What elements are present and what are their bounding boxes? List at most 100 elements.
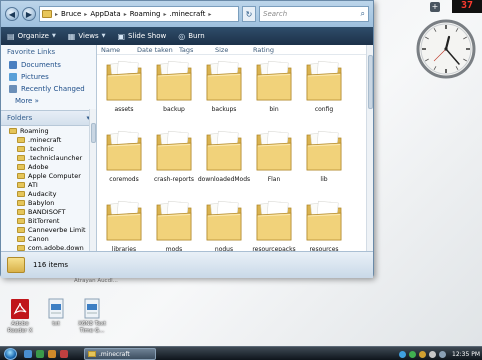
tray-clock[interactable]: 12:35 PM — [452, 351, 480, 358]
tree-item[interactable]: ATI — [5, 180, 96, 189]
column-name[interactable]: Name — [101, 46, 120, 54]
desktop-icon-adobe-reader[interactable]: Adobe Reader X — [2, 298, 38, 334]
breadcrumb-appdata[interactable]: AppData — [90, 10, 120, 18]
folder-item[interactable]: resources — [301, 197, 347, 251]
folder-item[interactable]: crash-reports — [151, 127, 197, 189]
tree-item[interactable]: .techniclauncher — [5, 153, 96, 162]
show-desktop-icon[interactable] — [24, 350, 32, 358]
folder-item[interactable]: config — [301, 57, 347, 119]
folder-icon — [306, 60, 342, 101]
recently-changed-icon — [9, 85, 17, 93]
folder-item[interactable]: assets — [101, 57, 147, 119]
quicklaunch-icon[interactable] — [48, 350, 56, 358]
taskbar-button-minecraft[interactable]: .minecraft — [84, 348, 156, 360]
organize-button[interactable]: ▤ Organize ▼ — [7, 32, 56, 41]
column-rating[interactable]: Rating — [253, 46, 274, 54]
tree-item[interactable]: Canneverbe Limit — [5, 225, 96, 234]
folder-item[interactable]: mods — [151, 197, 197, 251]
more-link[interactable]: More » — [1, 95, 96, 107]
column-headers: Name Date taken Tags Size Rating — [97, 45, 367, 55]
tree-item[interactable]: Apple Computer — [5, 171, 96, 180]
start-button[interactable] — [4, 348, 17, 360]
folder-icon — [256, 130, 292, 171]
folder-icon — [7, 257, 25, 273]
folder-icon — [206, 60, 242, 101]
nav-scrollbar[interactable] — [89, 109, 96, 251]
tree-item[interactable]: com.adobe.down — [5, 243, 96, 251]
folder-icon — [156, 200, 192, 241]
folder-item[interactable]: backup — [151, 57, 197, 119]
folder-item[interactable]: backups — [201, 57, 247, 119]
folder-item[interactable]: downloadedMods — [198, 127, 250, 189]
folder-item[interactable]: lib — [301, 127, 347, 189]
folder-icon — [17, 199, 25, 206]
slideshow-icon: ▣ — [117, 31, 126, 41]
document-icon — [48, 298, 64, 319]
file-list-pane: Name Date taken Tags Size Rating assets b… — [97, 45, 373, 251]
desktop-icon-txt[interactable]: txt — [38, 298, 74, 328]
address-bar[interactable]: ▸ Bruce ▸ AppData ▸ Roaming ▸ .minecraft… — [39, 6, 239, 22]
taskbar: .minecraft 12:35 PM — [0, 346, 482, 360]
navigation-pane: Favorite Links Documents Pictures Recent… — [1, 45, 97, 251]
tree-item[interactable]: BANDISOFT — [5, 207, 96, 216]
volume-icon[interactable] — [439, 350, 446, 358]
fav-pictures[interactable]: Pictures — [1, 71, 96, 83]
folder-item[interactable]: coremods — [101, 127, 147, 189]
folders-header[interactable]: Folders ▾ — [1, 110, 96, 126]
tray-icon[interactable] — [399, 350, 406, 358]
forward-button[interactable]: ▶ — [22, 7, 36, 21]
folder-item[interactable]: bin — [251, 57, 297, 119]
network-icon[interactable] — [429, 350, 436, 358]
tree-item[interactable]: .minecraft — [5, 135, 96, 144]
search-input[interactable]: Search ⌕ — [259, 6, 369, 22]
quicklaunch-icon[interactable] — [36, 350, 44, 358]
folder-item[interactable]: nodus — [201, 197, 247, 251]
desktop-icon-text-time[interactable]: X6N3 Text Time G... — [74, 298, 110, 334]
tree-item[interactable]: Adobe — [5, 162, 96, 171]
refresh-button[interactable]: ↻ — [242, 6, 256, 22]
folder-label: backup — [163, 106, 185, 113]
slideshow-button[interactable]: ▣ Slide Show — [117, 32, 166, 41]
folder-icon — [306, 200, 342, 241]
tree-item[interactable]: BitTorrent — [5, 216, 96, 225]
folder-icon — [17, 172, 25, 179]
tray-icon[interactable] — [409, 350, 416, 358]
folder-item[interactable]: resourcepacks — [251, 197, 297, 251]
breadcrumb-minecraft[interactable]: .minecraft — [170, 10, 206, 18]
tree-item[interactable]: Canon — [5, 234, 96, 243]
tray-icon[interactable] — [419, 350, 426, 358]
fav-documents[interactable]: Documents — [1, 59, 96, 71]
file-scrollbar[interactable] — [366, 45, 373, 251]
nav-scroll-thumb[interactable] — [91, 123, 96, 143]
breadcrumb-roaming[interactable]: Roaming — [130, 10, 161, 18]
add-gadget-icon[interactable]: + — [430, 2, 440, 12]
column-size[interactable]: Size — [215, 46, 228, 54]
views-button[interactable]: ▦ Views ▼ — [68, 32, 106, 41]
quicklaunch-icon[interactable] — [60, 350, 68, 358]
folder-icon — [106, 60, 142, 101]
folder-icon — [17, 136, 25, 143]
breadcrumb-bruce[interactable]: Bruce — [61, 10, 81, 18]
back-button[interactable]: ◀ — [5, 7, 19, 21]
analog-clock-gadget — [416, 19, 476, 79]
documents-icon — [9, 61, 17, 69]
chevron-down-icon: ▼ — [101, 33, 106, 39]
burn-button[interactable]: ◎ Burn — [178, 32, 204, 41]
tree-item[interactable]: Audacity — [5, 189, 96, 198]
folder-label: lib — [320, 176, 328, 183]
folder-label: crash-reports — [154, 176, 194, 183]
tree-item[interactable]: Babylon — [5, 198, 96, 207]
folder-icon — [17, 217, 25, 224]
folder-item[interactable]: Flan — [251, 127, 297, 189]
column-tags[interactable]: Tags — [179, 46, 193, 54]
address-bar-row: ◀ ▶ ▸ Bruce ▸ AppData ▸ Roaming ▸ .minec… — [1, 1, 373, 27]
document-icon — [84, 298, 100, 319]
folder-item[interactable]: libraries — [101, 197, 147, 251]
fav-recently-changed[interactable]: Recently Changed — [1, 83, 96, 95]
tree-item[interactable]: Roaming — [5, 126, 96, 135]
column-date-taken[interactable]: Date taken — [137, 46, 173, 54]
search-icon[interactable]: ⌕ — [361, 9, 365, 19]
burn-disc-icon: ◎ — [178, 31, 186, 41]
file-scroll-thumb[interactable] — [368, 55, 373, 109]
tree-item[interactable]: .technic — [5, 144, 96, 153]
